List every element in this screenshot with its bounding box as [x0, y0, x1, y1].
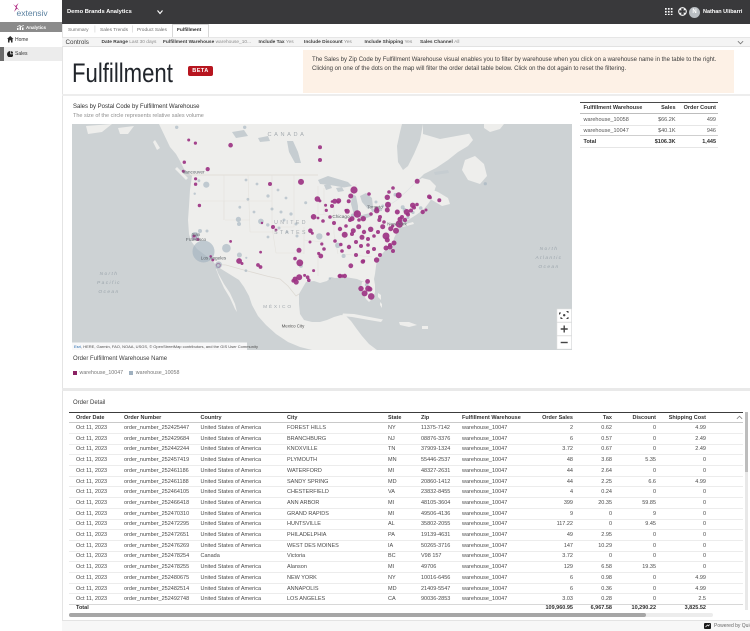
svg-text:Atlantic: Atlantic [535, 255, 563, 261]
svg-text:CANADA: CANADA [268, 132, 307, 138]
svg-text:Esri: Esri [74, 344, 81, 349]
svg-text:MÉXICO: MÉXICO [263, 303, 293, 310]
svg-text:Chicago: Chicago [332, 214, 350, 219]
svg-text:Ocean: Ocean [538, 264, 559, 270]
svg-text:North: North [540, 246, 559, 252]
svg-text:Mexico City: Mexico City [282, 324, 305, 329]
svg-text:Toronto: Toronto [367, 204, 383, 209]
svg-text:Pacific: Pacific [97, 280, 121, 286]
svg-text:UNITED: UNITED [274, 220, 308, 226]
svg-text:Francisco: Francisco [186, 237, 207, 242]
svg-text:Vancouver: Vancouver [182, 170, 205, 175]
svg-text:New York: New York [387, 222, 407, 227]
svg-text:extensiv: extensiv [17, 8, 49, 18]
svg-text:, HERE, Garmin, FAO, NOAA, USG: , HERE, Garmin, FAO, NOAA, USGS, © OpenS… [81, 344, 258, 349]
svg-text:Los Angeles: Los Angeles [201, 256, 227, 261]
svg-text:STATES: STATES [274, 230, 308, 236]
svg-text:North: North [100, 271, 119, 277]
svg-text:Ocean: Ocean [98, 289, 119, 295]
